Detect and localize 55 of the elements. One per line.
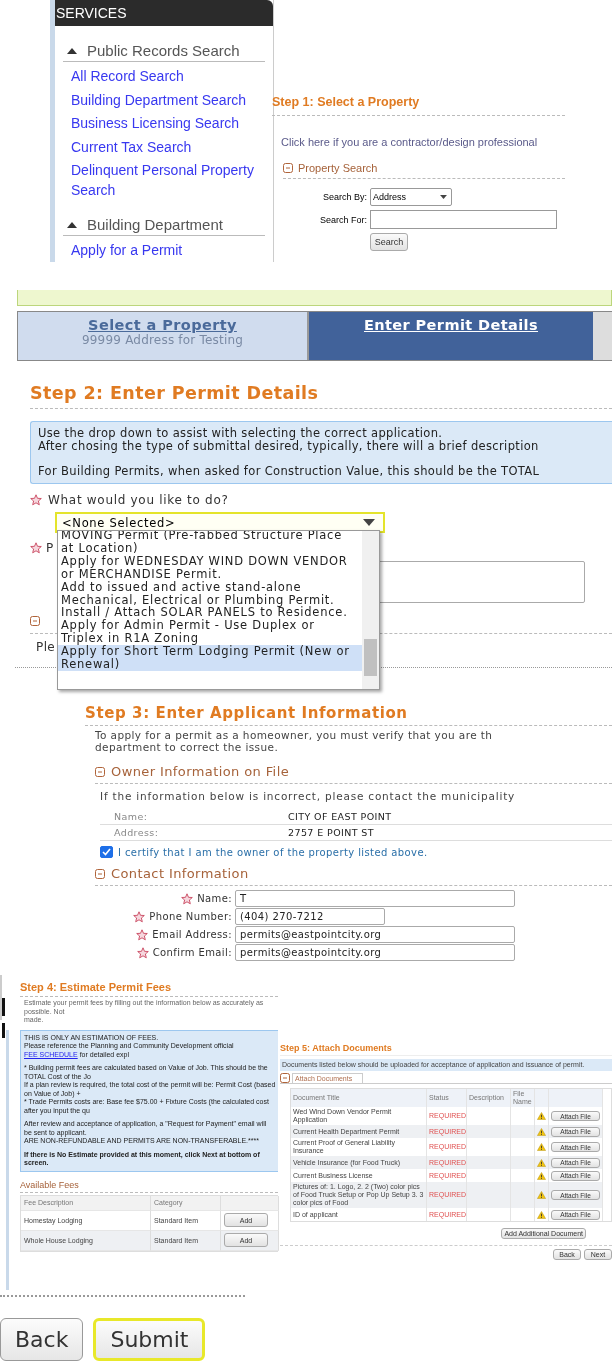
field-label: P: [46, 541, 54, 555]
dropdown-option[interactable]: Apply for Admin Permit - Use Duplex or Triplex in R1A Zoning: [58, 619, 362, 646]
section-heading: Owner Information on File: [111, 764, 290, 779]
owner-label: Address:: [100, 825, 288, 841]
dropdown-option[interactable]: Apply for WEDNESDAY WIND DOWN VENDOR or MERCHANDISE Permit.: [58, 554, 362, 581]
service-link[interactable]: Business Licensing Search: [71, 113, 263, 133]
field-label: Email Address:: [152, 929, 232, 940]
contractor-link[interactable]: Click here if you are a contractor/design professional: [281, 136, 565, 148]
dropdown-option[interactable]: Add to issued and active stand-alone Mechanical, Electrical or Plumbing Permit.: [58, 580, 362, 607]
service-link[interactable]: Building Department Search: [71, 89, 263, 110]
intro-text: department to correct the issue.: [95, 741, 280, 753]
service-link[interactable]: Current Tax Search: [71, 136, 263, 157]
section-heading: Available Fees: [20, 1179, 278, 1193]
owner-label: Name:: [100, 809, 288, 825]
search-button[interactable]: Search: [370, 233, 408, 251]
step-tab[interactable]: Enter Permit Details: [309, 312, 593, 360]
info-text: After chosing the type of submittal desired, typically, there will a brief description: [38, 440, 540, 453]
intro-text: To apply for a permit as a homeowner, you must verify that you are th: [95, 729, 494, 741]
certify-label: I certify that I am the owner of the property listed above.: [118, 846, 428, 858]
back-button[interactable]: Back: [0, 1318, 84, 1361]
field-label: Name:: [197, 893, 232, 904]
input-field[interactable]: T: [235, 890, 515, 907]
field-label: Phone Number:: [149, 911, 232, 922]
group-heading[interactable]: Building Department: [87, 216, 223, 233]
service-link[interactable]: Delinquent Personal Property Search: [71, 160, 263, 200]
dropdown-option[interactable]: Apply for Short Term Lodging Permit (New or Renewal): [58, 645, 362, 671]
dropdown-option[interactable]: Install / Attach SOLAR PANELS to Residence.: [58, 606, 362, 620]
field-label: Search By:: [321, 192, 367, 202]
field-label: Search For:: [318, 214, 367, 225]
step-heading: Step 4: Estimate Permit Fees: [20, 981, 278, 997]
step-heading: Step 5: Attach Documents: [280, 1043, 612, 1056]
question-label: What would you like to do?: [48, 493, 229, 507]
instruction-text: Ple: [36, 640, 56, 654]
note-text: If the information below is incorrect, please contact the municipality: [100, 790, 517, 802]
input-field[interactable]: permits@eastpointcity.org: [235, 926, 515, 943]
info-text: Use the drop down to assist with selecting the correct application.: [38, 427, 443, 440]
service-link[interactable]: Apply for a Permit: [71, 240, 263, 260]
step-heading: Step 3: Enter Applicant Information: [85, 704, 612, 726]
services-header: SERVICES: [55, 0, 273, 26]
step-heading: Step 2: Enter Permit Details: [30, 383, 612, 409]
submit-button[interactable]: Submit: [93, 1318, 206, 1361]
dropdown-option[interactable]: MOVING Permit (Pre-fabbed Structure Place at Location): [58, 531, 362, 555]
input-field[interactable]: permits@eastpointcity.org: [235, 944, 515, 961]
field-label: Confirm Email:: [152, 947, 232, 958]
owner-value: CITY OF EAST POINT: [288, 809, 612, 825]
group-heading[interactable]: Public Records Search: [87, 42, 240, 59]
section-heading: Contact Information: [111, 866, 249, 881]
section-heading: Property Search: [298, 162, 378, 174]
step-tab[interactable]: Select a Property 99999 Address for Testing: [18, 312, 309, 360]
step-heading: Step 1: Select a Property: [272, 95, 565, 116]
info-text: For Building Permits, when asked for Construction Value, this should be the TOTAL: [38, 465, 541, 478]
input-field[interactable]: (404) 270-7212: [235, 908, 385, 925]
owner-value: 2757 E POINT ST: [288, 825, 612, 841]
search-by-select[interactable]: Address: [370, 188, 452, 206]
service-link[interactable]: All Record Search: [71, 66, 263, 86]
